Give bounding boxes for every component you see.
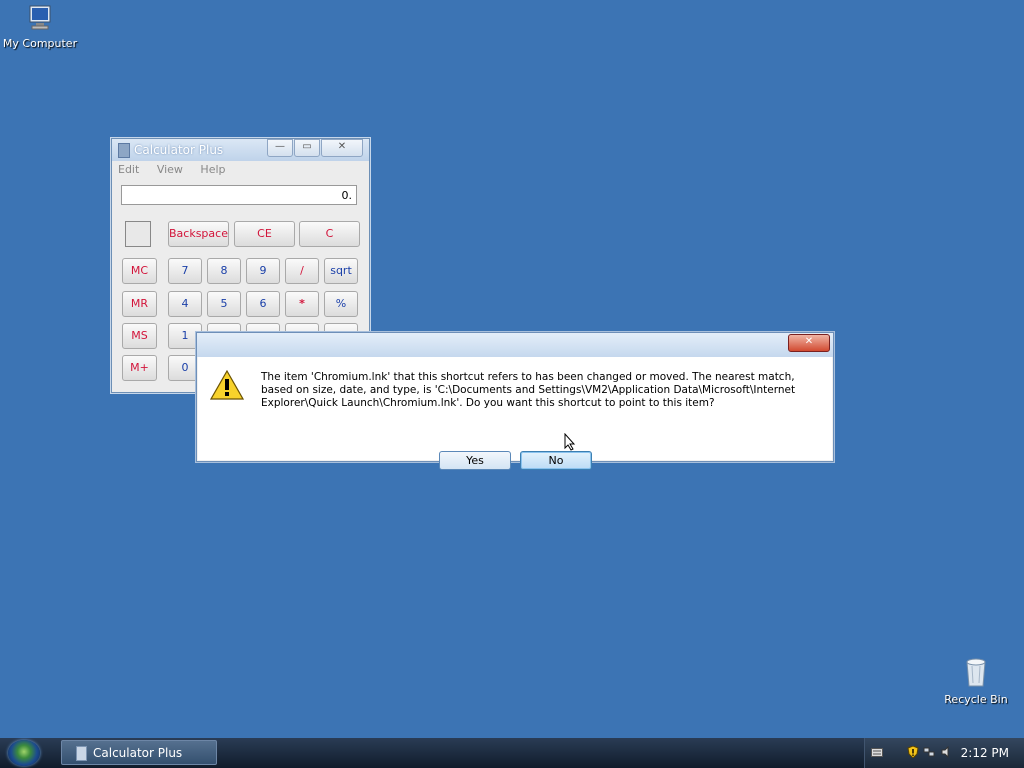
key-4[interactable]: 4 [168,291,202,317]
minimize-button[interactable]: — [267,139,293,157]
mc-button[interactable]: MC [122,258,157,284]
minimize-icon: — [275,141,285,152]
key-8[interactable]: 8 [207,258,241,284]
keyboard-icon[interactable] [871,746,883,758]
computer-icon [29,5,51,30]
menu-edit[interactable]: Edit [118,163,139,176]
taskbar: Calculator Plus 2:12 PM [0,738,1024,768]
menu-help[interactable]: Help [200,163,225,176]
m-plus-button[interactable]: M+ [122,355,157,381]
security-shield-icon[interactable] [907,746,919,758]
key-percent[interactable]: % [324,291,358,317]
clear-button[interactable]: C [299,221,360,247]
network-icon[interactable] [923,746,935,758]
dialog-close-button[interactable]: ✕ [788,334,830,352]
clear-entry-button[interactable]: CE [234,221,295,247]
dialog-titlebar[interactable]: ✕ [197,333,833,357]
clock[interactable]: 2:12 PM [961,746,1009,760]
backspace-button[interactable]: Backspace [168,221,229,247]
key-multiply[interactable]: * [285,291,319,317]
shortcut-problem-dialog: ✕ The item 'Chromium.lnk' that this shor… [196,332,834,470]
my-computer-label: My Computer [2,37,78,50]
key-5[interactable]: 5 [207,291,241,317]
taskbar-item-label: Calculator Plus [93,746,183,760]
calculator-task-icon [76,746,87,761]
mouse-cursor-icon [564,433,576,451]
taskbar-item-calculator[interactable]: Calculator Plus [61,740,217,765]
start-button[interactable] [8,740,40,766]
dialog-body: The item 'Chromium.lnk' that this shortc… [198,357,832,470]
memory-indicator [125,221,151,247]
key-6[interactable]: 6 [246,291,280,317]
maximize-button[interactable]: ▭ [294,139,320,157]
calculator-menubar: Edit View Help [112,161,369,183]
close-button[interactable]: ✕ [321,139,363,157]
calculator-titlebar[interactable]: Calculator Plus — ▭ ✕ [112,139,369,161]
maximize-icon: ▭ [302,141,312,152]
ms-button[interactable]: MS [122,323,157,349]
dialog-message: The item 'Chromium.lnk' that this shortc… [261,371,796,409]
calculator-display: 0. [121,185,357,205]
close-icon: ✕ [337,141,347,152]
key-7[interactable]: 7 [168,258,202,284]
key-9[interactable]: 9 [246,258,280,284]
calculator-title: Calculator Plus [134,143,224,157]
system-tray: 2:12 PM [864,738,1024,768]
close-icon: ✕ [804,336,814,347]
recycle-bin-label: Recycle Bin [944,693,1008,706]
mr-button[interactable]: MR [122,291,157,317]
menu-view[interactable]: View [157,163,183,176]
volume-icon[interactable] [941,746,953,758]
recycle-bin-icon [966,658,986,687]
my-computer-icon[interactable]: My Computer [0,4,80,50]
yes-button[interactable]: Yes [439,451,511,470]
key-divide[interactable]: / [285,258,319,284]
warning-icon [210,370,244,400]
key-sqrt[interactable]: sqrt [324,258,358,284]
recycle-bin[interactable]: Recycle Bin [936,656,1016,706]
calculator-app-icon [118,143,130,158]
no-button[interactable]: No [520,451,592,470]
